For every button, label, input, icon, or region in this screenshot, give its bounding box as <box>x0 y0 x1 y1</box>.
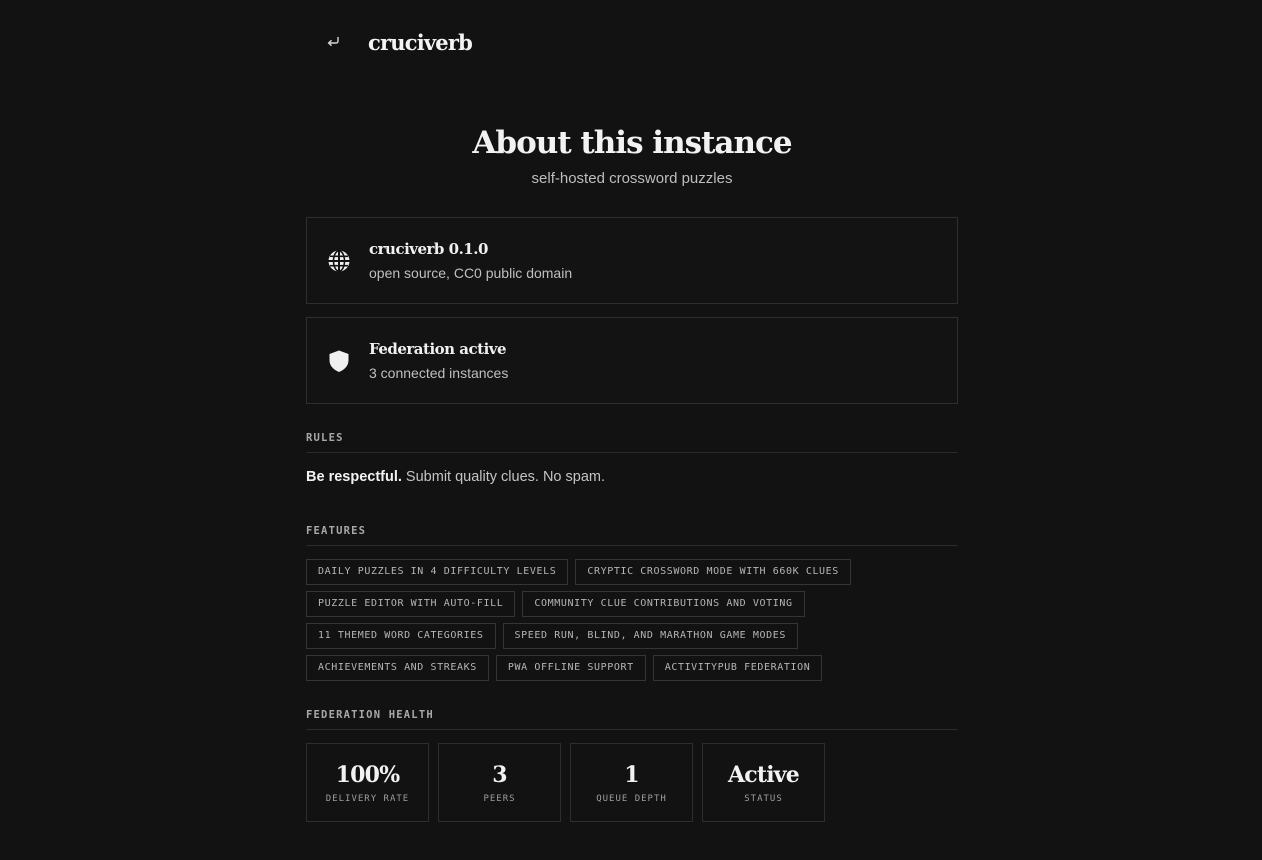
rules-section: RULES Be respectful. Submit quality clue… <box>306 432 958 485</box>
version-card: cruciverb 0.1.0 open source, CC0 public … <box>306 217 958 304</box>
stat-label: DELIVERY RATE <box>325 793 410 804</box>
page-subtitle: self-hosted crossword puzzles <box>531 170 733 187</box>
stat-peers: 3 PEERS <box>438 743 561 822</box>
features-section: FEATURES DAILY PUZZLES IN 4 DIFFICULTY L… <box>306 525 958 681</box>
stat-delivery-rate: 100% DELIVERY RATE <box>306 743 429 822</box>
license-text: open source, CC0 public domain <box>369 265 573 281</box>
page-title: About this instance <box>472 125 792 161</box>
feature-chip: PUZZLE EDITOR WITH AUTO-FILL <box>306 591 516 617</box>
brand-logo[interactable]: cruciverb <box>368 30 473 55</box>
back-button[interactable] <box>322 31 344 53</box>
return-arrow-icon <box>327 37 339 47</box>
rules-label: RULES <box>306 432 958 453</box>
feature-chip: SPEED RUN, BLIND, AND MARATHON GAME MODE… <box>502 623 798 649</box>
federation-health-label: FEDERATION HEALTH <box>306 709 958 730</box>
stat-value: 3 <box>492 761 507 788</box>
stat-status: Active STATUS <box>702 743 825 822</box>
version-card-text: cruciverb 0.1.0 open source, CC0 public … <box>369 240 572 281</box>
stat-label: PEERS <box>483 793 516 804</box>
stat-value: 1 <box>624 761 639 788</box>
stat-label: QUEUE DEPTH <box>596 793 667 804</box>
shield-icon <box>326 348 352 374</box>
feature-list: DAILY PUZZLES IN 4 DIFFICULTY LEVELS CRY… <box>306 559 866 681</box>
feature-chip: 11 THEMED WORD CATEGORIES <box>306 623 496 649</box>
feature-chip: DAILY PUZZLES IN 4 DIFFICULTY LEVELS <box>306 559 569 585</box>
health-stats: 100% DELIVERY RATE 3 PEERS 1 QUEUE DEPTH… <box>306 743 958 822</box>
federation-card: Federation active 3 connected instances <box>306 317 958 404</box>
feature-chip: CRYPTIC CROSSWORD MODE WITH 660K CLUES <box>575 559 851 585</box>
federation-card-text: Federation active 3 connected instances <box>369 340 508 381</box>
federation-health-section: FEDERATION HEALTH 100% DELIVERY RATE 3 P… <box>306 709 958 822</box>
stat-queue-depth: 1 QUEUE DEPTH <box>570 743 693 822</box>
rules-bold: Be respectful. <box>306 469 402 485</box>
top-bar: cruciverb <box>306 0 958 84</box>
feature-chip: COMMUNITY CLUE CONTRIBUTIONS AND VOTING <box>522 591 805 617</box>
rules-body: Submit quality clues. No spam. <box>401 469 605 485</box>
stat-value: 100% <box>335 761 400 788</box>
feature-chip: ACHIEVEMENTS AND STREAKS <box>306 655 489 681</box>
feature-chip: ACTIVITYPUB FEDERATION <box>652 655 823 681</box>
stat-label: STATUS <box>744 793 783 804</box>
rules-text: Be respectful. Submit quality clues. No … <box>306 469 958 485</box>
page-container: cruciverb About this instance self-hoste… <box>306 0 958 822</box>
features-label: FEATURES <box>306 525 958 546</box>
globe-icon <box>326 248 352 274</box>
federation-title: Federation active <box>369 340 507 358</box>
feature-chip: PWA OFFLINE SUPPORT <box>495 655 646 681</box>
version-title: cruciverb 0.1.0 <box>369 240 488 258</box>
connected-instances: 3 connected instances <box>369 365 509 381</box>
stat-value: Active <box>728 761 800 788</box>
